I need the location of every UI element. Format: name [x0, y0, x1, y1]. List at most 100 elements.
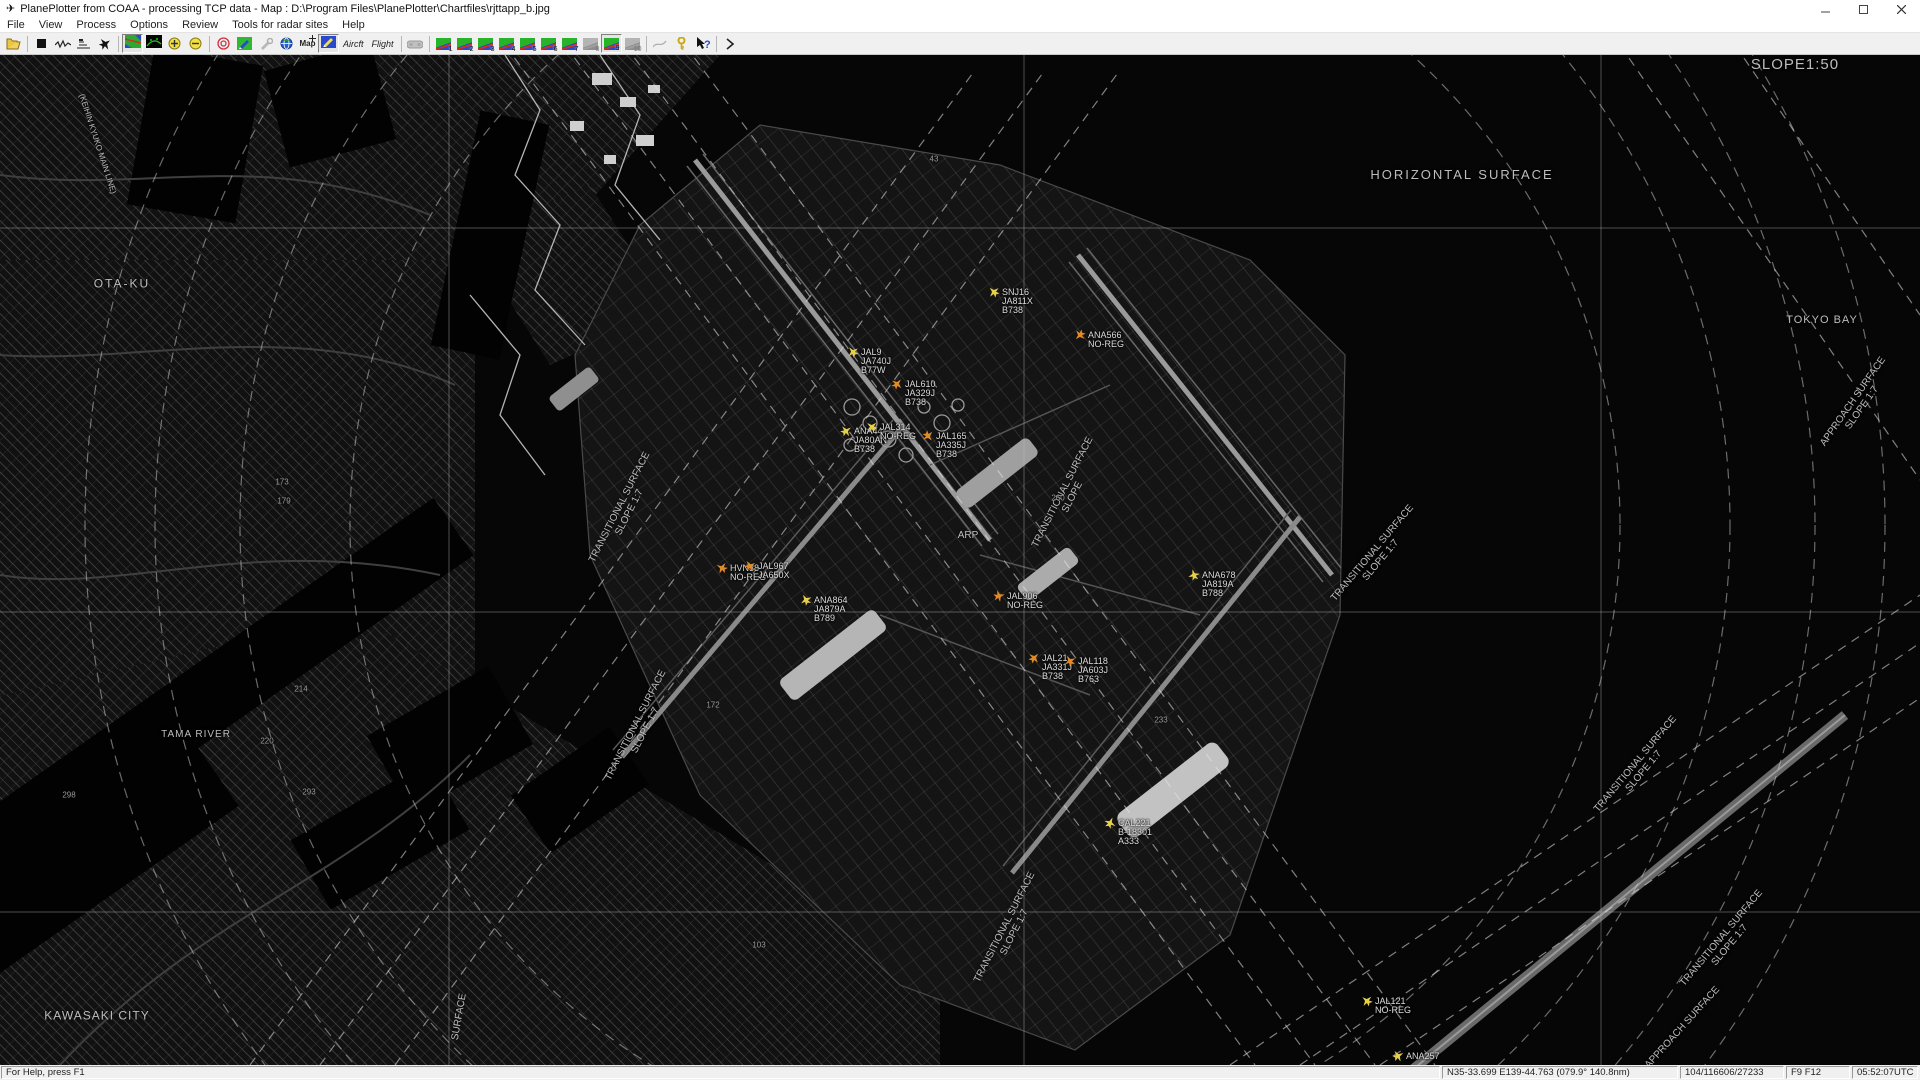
context-help-button[interactable]: ?	[692, 34, 713, 53]
aircraft-label: ANA257	[1406, 1052, 1440, 1061]
runways	[613, 154, 1341, 873]
aircraft-icon	[1391, 1049, 1405, 1065]
aircft-button[interactable]: Aircft	[339, 34, 368, 53]
edit-chart-button[interactable]	[234, 34, 255, 53]
aircraft-icon	[865, 420, 879, 439]
map-cursor-button[interactable]: Map	[297, 34, 318, 53]
spot-height: 103	[752, 941, 765, 950]
map-number: 10	[634, 46, 642, 53]
toolbar-map-2[interactable]: 2	[454, 34, 475, 53]
graticule	[0, 55, 1920, 1065]
aircraft-icon	[921, 429, 935, 448]
toolbar-map-10[interactable]: 10	[622, 34, 643, 53]
draw-line-button[interactable]	[650, 34, 671, 53]
statusbar: For Help, press F1 N35-33.699 E139-44.76…	[0, 1065, 1920, 1080]
zoom-in-button[interactable]	[164, 34, 185, 53]
aircraft-icon	[1063, 654, 1077, 673]
aircraft-label: JAL967JA650X	[758, 562, 790, 580]
aircft-button-label: Aircft	[343, 39, 364, 49]
status-function-keys: F9 F12	[1786, 1066, 1850, 1079]
map-number: 6	[554, 46, 558, 53]
aircraft-label: ANA678JA819AB788	[1202, 571, 1236, 598]
toolbar-map-4[interactable]: 4	[496, 34, 517, 53]
maximize-button[interactable]	[1844, 0, 1882, 18]
menu-help[interactable]: Help	[335, 18, 372, 33]
map-number: 8	[596, 46, 600, 53]
map-label: HORIZONTAL SURFACE	[1370, 168, 1553, 182]
spot-height: 220	[260, 737, 273, 746]
map-number: 5	[533, 46, 537, 53]
app-airplane-icon: ✈	[6, 0, 15, 18]
spot-height: 260	[1051, 494, 1064, 503]
toolbar-overflow-button[interactable]	[720, 34, 741, 53]
menu-tools-for-radar-sites[interactable]: Tools for radar sites	[225, 18, 335, 33]
chart-view-button[interactable]	[122, 34, 143, 53]
map-canvas[interactable]: SLOPE1:50HORIZONTAL SURFACETOKYO BAYOTA-…	[0, 55, 1920, 1065]
aircraft-icon	[1103, 816, 1117, 835]
aircraft-icon	[743, 559, 757, 578]
spot-height: 214	[294, 685, 307, 694]
spot-height: 233	[1154, 716, 1167, 725]
map-label: TOKYO BAY	[1786, 315, 1858, 327]
stop-processing-button[interactable]	[31, 34, 52, 53]
aircraft-label: SNJ16JA811XB738	[1002, 288, 1033, 315]
aircraft-icon	[1073, 328, 1087, 347]
toolbar-map-7[interactable]: 7	[559, 34, 580, 53]
toolbar-map-9[interactable]: 9	[601, 34, 622, 53]
aircraft-icon	[987, 285, 1001, 304]
center-target-button[interactable]	[213, 34, 234, 53]
toolbar-map-1[interactable]: 1	[433, 34, 454, 53]
minimize-button[interactable]	[1806, 0, 1844, 18]
aircraft-label: JAL165JA335JB738	[936, 432, 967, 459]
dock-buildings	[570, 73, 660, 164]
map-number: 7	[575, 46, 579, 53]
open-file-button[interactable]	[3, 34, 24, 53]
menu-review[interactable]: Review	[175, 18, 225, 33]
message-list-button[interactable]	[73, 34, 94, 53]
menu-view[interactable]: View	[32, 18, 70, 33]
globe-button[interactable]	[276, 34, 297, 53]
tools-button[interactable]	[255, 34, 276, 53]
aircraft-view-button[interactable]	[94, 34, 115, 53]
flight-button[interactable]: Flight	[368, 34, 398, 53]
chart-map-icon	[125, 35, 141, 53]
aircraft-icon	[846, 345, 860, 364]
signal-view-button[interactable]	[52, 34, 73, 53]
aircraft-icon	[799, 593, 813, 612]
toolbar: Map Aircft Flight 123 4 5 6 7 8 9 10 ?	[0, 33, 1920, 55]
window-title: PlanePlotter from COAA - processing TCP …	[20, 3, 1806, 15]
aircraft-label: JAL118JA603JB763	[1078, 657, 1108, 684]
zoom-out-button[interactable]	[185, 34, 206, 53]
aircraft-icon	[715, 561, 729, 580]
aircraft-label: JAL121NO-REG	[1375, 997, 1411, 1015]
map-label: OTA-KU	[94, 278, 150, 291]
aircraft-label: JAL314NO-REG	[880, 423, 916, 441]
sharing-button[interactable]	[405, 34, 426, 53]
aircraft-label: JAL610JA329JB738	[905, 380, 936, 407]
toolbar-map-6[interactable]: 6	[538, 34, 559, 53]
status-help-text: For Help, press F1	[1, 1066, 1440, 1079]
key-button[interactable]	[671, 34, 692, 53]
map-label: TAMA RIVER	[161, 730, 231, 741]
aircraft-label: ANA864JA879AB789	[814, 596, 848, 623]
menu-file[interactable]: File	[0, 18, 32, 33]
annotate-button[interactable]	[318, 34, 339, 53]
roads	[0, 175, 470, 1065]
spot-height: 293	[302, 788, 315, 797]
menu-options[interactable]: Options	[123, 18, 175, 33]
menu-process[interactable]: Process	[69, 18, 123, 33]
status-message-counts: 104/116606/27233	[1680, 1066, 1784, 1079]
map-number: 4	[512, 46, 516, 53]
close-button[interactable]	[1882, 0, 1920, 18]
map-label: KAWASAKI CITY	[44, 1010, 149, 1023]
chart-linework	[0, 55, 1920, 1065]
toolbar-map-8[interactable]: 8	[580, 34, 601, 53]
toolbar-map-3[interactable]: 3	[475, 34, 496, 53]
spot-height: 172	[706, 701, 719, 710]
toolbar-map-5[interactable]: 5	[517, 34, 538, 53]
map-number: 9	[616, 45, 620, 52]
approach-corridor-lines	[250, 55, 1920, 1065]
radar-view-button[interactable]	[143, 34, 164, 53]
status-cursor-position: N35-33.699 E139-44.763 (079.9° 140.8nm)	[1442, 1066, 1678, 1079]
aircraft-icon	[1027, 651, 1041, 670]
